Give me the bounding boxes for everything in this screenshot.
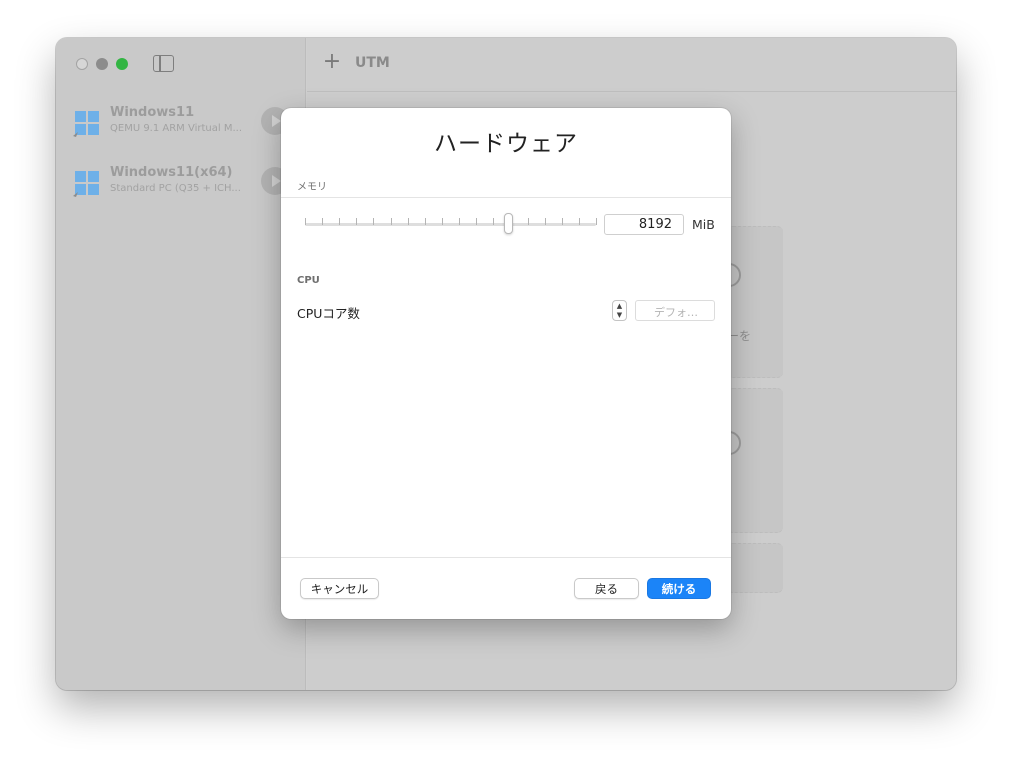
windows-logo-icon — [73, 171, 99, 197]
sidebar-item-windows11[interactable]: Windows11 QEMU 9.1 ARM Virtual M... — [56, 104, 306, 150]
slider-tick — [322, 218, 323, 225]
slider-tick — [442, 218, 443, 225]
close-window-button[interactable] — [76, 58, 88, 70]
sidebar-toggle-icon[interactable] — [153, 55, 174, 72]
vm-name: Windows11 — [110, 105, 195, 120]
slider-tick — [425, 218, 426, 225]
background-card — [727, 543, 783, 593]
memory-section-label: メモリ — [297, 182, 327, 193]
slider-tick — [596, 218, 597, 225]
vm-name: Windows11(x64) — [110, 165, 233, 180]
cancel-button[interactable]: キャンセル — [300, 578, 379, 599]
slider-tick — [305, 218, 306, 225]
vm-description: Standard PC (Q35 + ICH... — [110, 183, 241, 194]
cpu-cores-stepper[interactable]: ▲ ▼ — [612, 300, 627, 321]
divider — [281, 197, 731, 198]
sidebar-item-windows11-x64[interactable]: Windows11(x64) Standard PC (Q35 + ICH... — [56, 164, 306, 210]
cpu-cores-label: CPUコア数 — [297, 306, 360, 321]
minimize-window-button[interactable] — [96, 58, 108, 70]
toolbar-divider — [307, 91, 956, 92]
cpu-section-label: CPU — [297, 275, 320, 286]
background-card — [717, 388, 783, 533]
vm-description: QEMU 9.1 ARM Virtual M... — [110, 123, 243, 134]
slider-tick — [373, 218, 374, 225]
memory-slider-thumb[interactable] — [504, 213, 514, 234]
slider-tick — [579, 218, 580, 225]
slider-tick — [562, 218, 563, 225]
slider-tick — [545, 218, 546, 225]
sidebar: Windows11 QEMU 9.1 ARM Virtual M... Wind… — [56, 38, 306, 690]
plus-icon[interactable]: + — [321, 51, 343, 73]
hardware-dialog: ハードウェア メモリ 8192 MiB CPU CPUコア数 ▲ ▼ デフォ… … — [281, 108, 731, 619]
chevron-down-icon[interactable]: ▼ — [613, 310, 626, 320]
memory-input[interactable]: 8192 — [604, 214, 684, 235]
slider-tick — [493, 218, 494, 225]
slider-tick — [356, 218, 357, 225]
slider-tick — [476, 218, 477, 225]
memory-unit-label: MiB — [692, 217, 715, 232]
slider-tick — [408, 218, 409, 225]
dialog-title: ハードウェア — [434, 131, 578, 157]
background-card: リーを ご — [715, 226, 783, 378]
memory-slider[interactable] — [305, 223, 596, 226]
back-button[interactable]: 戻る — [574, 578, 639, 599]
slider-tick — [459, 218, 460, 225]
app-title: UTM — [355, 55, 390, 71]
slider-tick — [339, 218, 340, 225]
slider-tick — [391, 218, 392, 225]
windows-logo-icon — [73, 111, 99, 137]
continue-button[interactable]: 続ける — [647, 578, 711, 599]
cpu-cores-input[interactable]: デフォ… — [635, 300, 715, 321]
maximize-window-button[interactable] — [116, 58, 128, 70]
divider — [281, 557, 731, 558]
slider-tick — [528, 218, 529, 225]
